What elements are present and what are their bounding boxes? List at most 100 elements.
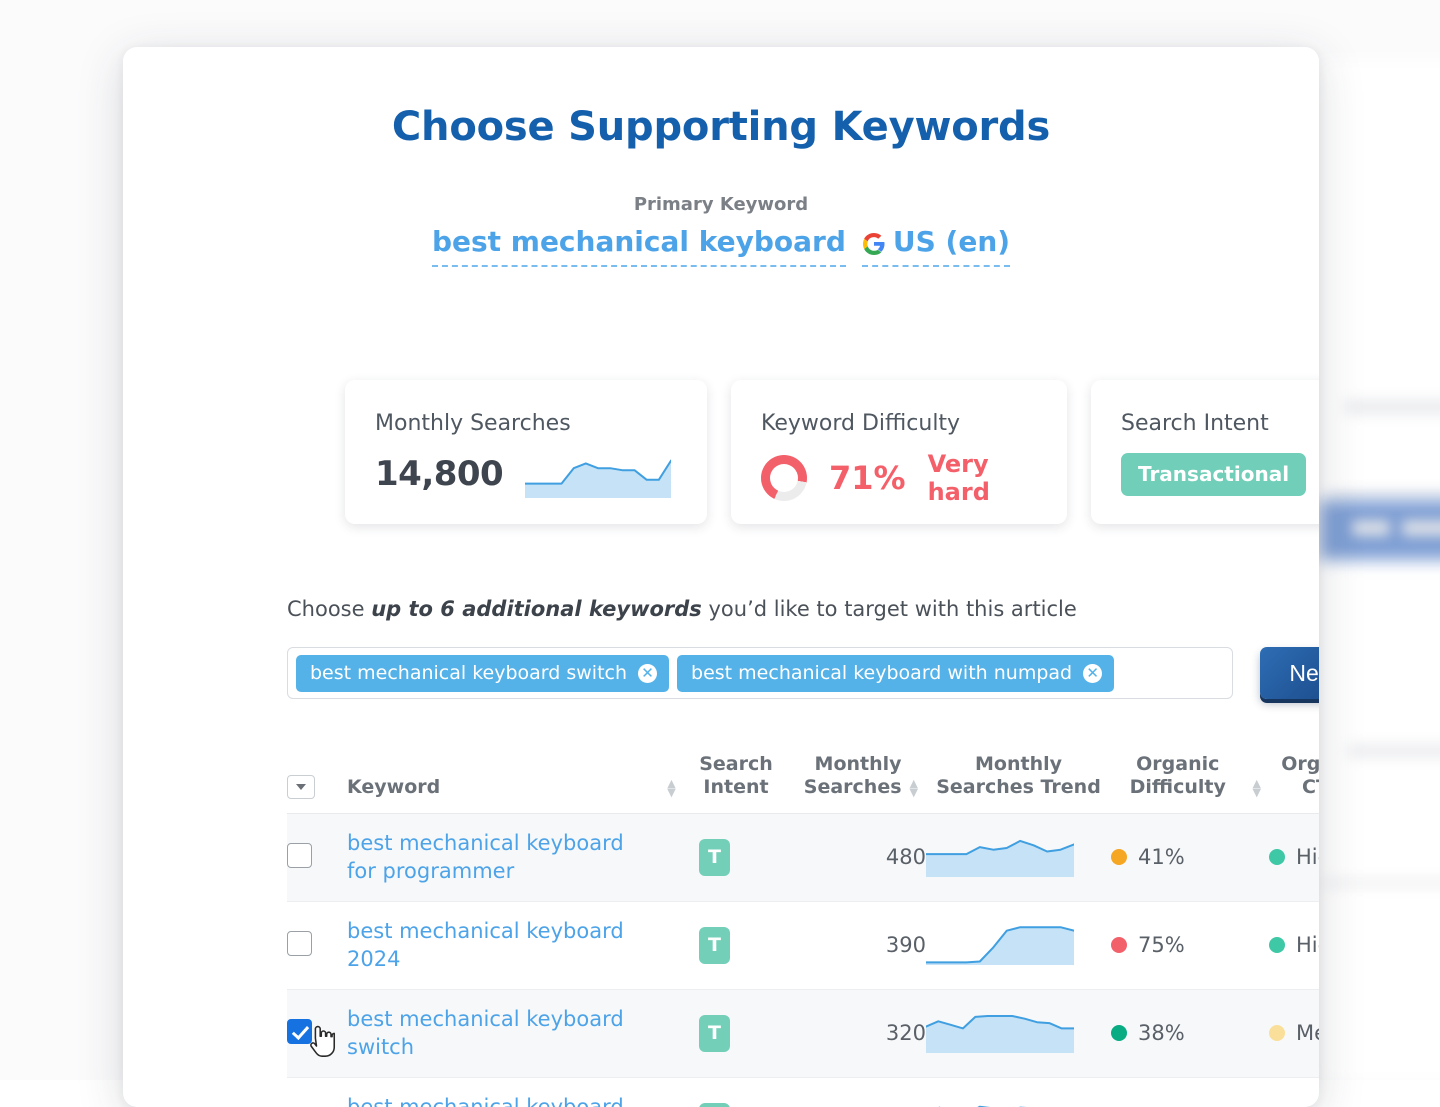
- page-title: Choose Supporting Keywords: [123, 104, 1319, 150]
- keyword-difficulty-value: 71%: [829, 459, 906, 497]
- monthly-searches-value: 14,800: [375, 454, 503, 494]
- column-header-organic-ctr[interactable]: Organic CTR ▲▼: [1261, 753, 1319, 813]
- choose-prefix: Choose: [287, 597, 371, 621]
- row-checkbox[interactable]: [287, 931, 312, 956]
- ctr-status-dot: [1269, 849, 1285, 865]
- table-row[interactable]: best mechanical keyboard switchT32038%Me…: [287, 989, 1319, 1077]
- row-checkbox[interactable]: [287, 843, 312, 868]
- keyword-selection-row: best mechanical keyboard switch✕best mec…: [287, 647, 1319, 699]
- metric-cards: Monthly Searches 14,800 Keyword Difficul…: [345, 380, 1319, 524]
- next-button-label: Next: [1289, 660, 1319, 687]
- table-row[interactable]: best mechanical keyboard for programmer T…: [287, 813, 1319, 901]
- organic-difficulty-cell: 38%: [1111, 989, 1261, 1077]
- keyword-tag-label: best mechanical keyboard with numpad: [691, 662, 1072, 684]
- primary-location-label: US (en): [893, 225, 1010, 258]
- search-intent-cell: T: [699, 1077, 795, 1107]
- row-checkbox-cell: [287, 989, 347, 1077]
- column-label-keyword: Keyword: [347, 776, 440, 799]
- search-intent-badge: Transactional: [1121, 453, 1306, 496]
- difficulty-status-dot: [1111, 937, 1127, 953]
- keyword-cell: best mechanical keyboard ergonomic: [347, 1077, 699, 1107]
- column-label-organic-ctr: Organic CTR: [1261, 753, 1319, 799]
- metric-card-keyword-difficulty: Keyword Difficulty 71% Very hard: [731, 380, 1067, 524]
- search-intent-badge-transactional: T: [699, 1015, 730, 1052]
- column-label-organic-difficulty: Organic Difficulty: [1111, 753, 1245, 799]
- primary-keyword-value[interactable]: best mechanical keyboard: [432, 225, 846, 267]
- table-row[interactable]: best mechanical keyboard 2024 T 390 75% High: [287, 901, 1319, 989]
- organic-ctr-value: High: [1296, 933, 1319, 957]
- choose-keywords-modal: Choose Supporting Keywords Primary Keywo…: [123, 47, 1319, 1107]
- column-label-monthly-searches: Monthly Searches: [795, 753, 902, 799]
- monthly-searches-trend-cell: [926, 1077, 1111, 1107]
- column-header-monthly-searches-trend: Monthly Searches Trend: [926, 753, 1111, 813]
- monthly-searches-trend-cell: [926, 989, 1111, 1077]
- organic-difficulty-cell: 52%: [1111, 1077, 1261, 1107]
- column-header-keyword[interactable]: Keyword ▲▼: [347, 753, 699, 813]
- monthly-searches-cell: 320: [795, 1077, 926, 1107]
- sort-icon-organic-difficulty[interactable]: ▲▼: [1253, 779, 1261, 799]
- column-label-search-intent: Search Intent: [699, 753, 773, 799]
- caret-down-icon[interactable]: [287, 775, 315, 799]
- table-body: best mechanical keyboard for programmer T…: [287, 813, 1319, 1107]
- organic-difficulty-value: 41%: [1138, 845, 1185, 869]
- primary-keyword-section: Primary Keyword best mechanical keyboard…: [123, 194, 1319, 267]
- select-all-header: [287, 753, 347, 813]
- sort-icon-monthly-searches[interactable]: ▲▼: [910, 779, 918, 799]
- organic-ctr-cell: High: [1261, 813, 1319, 901]
- trend-sparkline: [926, 921, 1074, 965]
- close-circle-icon[interactable]: ✕: [638, 664, 657, 683]
- search-intent-cell: T: [699, 813, 795, 901]
- ctr-status-dot: [1269, 1025, 1285, 1041]
- keyword-tag[interactable]: best mechanical keyboard with numpad ✕: [677, 655, 1114, 692]
- organic-difficulty-cell: 41%: [1111, 813, 1261, 901]
- close-circle-icon[interactable]: ✕: [1083, 664, 1102, 683]
- monthly-searches-cell: 390: [795, 901, 926, 989]
- next-button[interactable]: Next ➞: [1260, 647, 1319, 699]
- difficulty-donut-chart: [761, 455, 807, 501]
- metric-card-search-intent: Search Intent Transactional: [1091, 380, 1319, 524]
- organic-ctr-cell: High: [1261, 901, 1319, 989]
- keyword-difficulty-label: Keyword Difficulty: [761, 411, 1037, 436]
- search-intent-badge-transactional: T: [699, 927, 730, 964]
- table-header-row: Keyword ▲▼ Search Intent Monthly Searche…: [287, 753, 1319, 813]
- selected-keywords-input[interactable]: best mechanical keyboard switch✕best mec…: [287, 647, 1233, 699]
- primary-keyword-label: Primary Keyword: [123, 194, 1319, 215]
- metric-card-monthly-searches: Monthly Searches 14,800: [345, 380, 707, 524]
- monthly-searches-cell: 480: [795, 813, 926, 901]
- column-header-monthly-searches[interactable]: Monthly Searches ▲▼: [795, 753, 926, 813]
- trend-sparkline: [926, 833, 1074, 877]
- organic-difficulty-cell: 75%: [1111, 901, 1261, 989]
- keyword-link[interactable]: best mechanical keyboard ergonomic: [347, 1093, 647, 1107]
- column-header-organic-difficulty[interactable]: Organic Difficulty ▲▼: [1111, 753, 1261, 813]
- difficulty-status-dot: [1111, 1025, 1127, 1041]
- row-checkbox[interactable]: [287, 1019, 312, 1044]
- monthly-searches-label: Monthly Searches: [375, 411, 677, 436]
- search-intent-badge-transactional: T: [699, 1103, 730, 1107]
- monthly-searches-trend-cell: [926, 901, 1111, 989]
- row-checkbox-cell: [287, 1077, 347, 1107]
- column-header-search-intent: Search Intent: [699, 753, 795, 813]
- difficulty-status-dot: [1111, 849, 1127, 865]
- search-intent-badge-transactional: T: [699, 839, 730, 876]
- row-checkbox-cell: [287, 901, 347, 989]
- keyword-tag[interactable]: best mechanical keyboard switch✕: [296, 655, 669, 692]
- ctr-status-dot: [1269, 937, 1285, 953]
- primary-location-selector[interactable]: US (en): [862, 225, 1010, 267]
- sort-icon-keyword[interactable]: ▲▼: [666, 779, 677, 799]
- organic-ctr-cell: High: [1261, 1077, 1319, 1107]
- column-label-monthly-searches-trend: Monthly Searches Trend: [926, 753, 1111, 799]
- keyword-link[interactable]: best mechanical keyboard 2024: [347, 917, 647, 974]
- trend-sparkline: [926, 1097, 1074, 1107]
- monthly-searches-trend-cell: [926, 813, 1111, 901]
- keyword-cell: best mechanical keyboard 2024: [347, 901, 699, 989]
- table-row[interactable]: best mechanical keyboard ergonomic T 320 52…: [287, 1077, 1319, 1107]
- monthly-searches-sparkline: [525, 450, 671, 498]
- google-g-icon: [862, 231, 886, 256]
- keyword-link[interactable]: best mechanical keyboard for programmer: [347, 829, 647, 886]
- keywords-table: Keyword ▲▼ Search Intent Monthly Searche…: [287, 753, 1319, 1107]
- organic-ctr-value: Medium: [1296, 1021, 1319, 1045]
- choose-instruction: Choose up to 6 additional keywords you’d…: [287, 597, 1077, 621]
- organic-difficulty-value: 75%: [1138, 933, 1185, 957]
- keyword-link[interactable]: best mechanical keyboard switch: [347, 1005, 647, 1062]
- keyword-difficulty-rating: Very hard: [928, 450, 1037, 506]
